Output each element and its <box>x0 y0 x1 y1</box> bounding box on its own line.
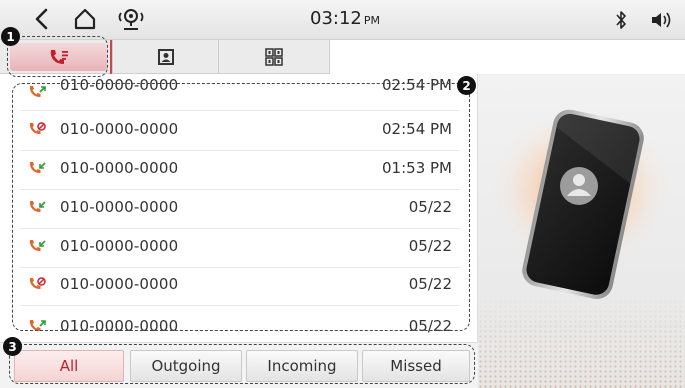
recent-calls-icon <box>50 50 68 64</box>
volume-icon[interactable] <box>650 10 672 30</box>
incoming-call-icon <box>29 201 46 212</box>
keypad-icon <box>265 47 283 66</box>
call-row[interactable]: 010-0000-0000 05/22 <box>20 309 460 342</box>
call-number: 010-0000-0000 <box>60 237 179 255</box>
call-time: 05/22 <box>408 317 452 335</box>
incoming-call-icon <box>29 240 46 251</box>
call-row[interactable]: 010-0000-0000 01:53 PM <box>20 151 460 189</box>
contacts-icon <box>157 48 174 65</box>
call-row[interactable]: 010-0000-0000 05/22 <box>20 229 460 267</box>
bluetooth-icon <box>616 11 626 29</box>
call-time: 02:54 PM <box>382 120 452 138</box>
call-number: 010-0000-0000 <box>60 198 179 216</box>
clock-time: 03:12 <box>310 8 362 29</box>
outgoing-call-icon <box>29 86 46 97</box>
filter-all-button[interactable]: All <box>14 350 124 382</box>
phone-illustration <box>478 109 685 388</box>
call-number: 010-0000-0000 <box>60 120 179 138</box>
status-bar: 03:12 PM <box>0 0 685 40</box>
call-number: 010-0000-0000 <box>60 275 179 293</box>
missed-call-icon <box>29 122 46 134</box>
call-row[interactable]: 010-0000-0000 05/22 <box>20 267 460 305</box>
back-icon[interactable] <box>30 6 54 32</box>
phone-illustration-panel <box>478 74 685 388</box>
call-row[interactable]: 010-0000-0000 02:54 PM <box>20 112 460 150</box>
callout-3: 3 <box>3 337 22 356</box>
call-time: 05/22 <box>408 275 452 293</box>
navigation-icon[interactable] <box>116 5 146 33</box>
call-row[interactable]: 010-0000-0000 05/22 <box>20 190 460 228</box>
filter-incoming-button[interactable]: Incoming <box>246 350 358 382</box>
callout-1: 1 <box>1 27 20 46</box>
clock-ampm: PM <box>363 14 380 27</box>
tab-keypad[interactable] <box>218 40 330 73</box>
call-filter-bar: All Outgoing Incoming Missed <box>0 342 478 388</box>
call-history-list[interactable]: 010-0000-0000 02:54 PM 010-0000-0000 02:… <box>0 74 478 342</box>
tab-divider <box>110 40 112 74</box>
call-time: 05/22 <box>408 198 452 216</box>
filter-missed-button[interactable]: Missed <box>362 350 470 382</box>
home-icon[interactable] <box>72 6 98 32</box>
filter-outgoing-button[interactable]: Outgoing <box>130 350 242 382</box>
call-time: 01:53 PM <box>382 159 452 177</box>
missed-call-icon <box>29 277 46 289</box>
call-number: 010-0000-0000 <box>60 317 179 335</box>
callout-2: 2 <box>457 76 476 95</box>
call-time: 02:54 PM <box>382 76 452 94</box>
row-separator <box>20 305 460 306</box>
row-separator <box>20 110 460 111</box>
call-time: 05/22 <box>408 237 452 255</box>
outgoing-call-icon <box>29 320 46 331</box>
tab-recent-calls[interactable] <box>10 43 107 71</box>
phone-tabs <box>0 40 330 74</box>
call-row[interactable]: 010-0000-0000 02:54 PM <box>20 75 460 113</box>
incoming-call-icon <box>29 162 46 173</box>
tab-contacts[interactable] <box>112 40 218 73</box>
clock: 03:12 PM <box>310 8 420 29</box>
call-number: 010-0000-0000 <box>60 76 179 94</box>
call-number: 010-0000-0000 <box>60 159 179 177</box>
